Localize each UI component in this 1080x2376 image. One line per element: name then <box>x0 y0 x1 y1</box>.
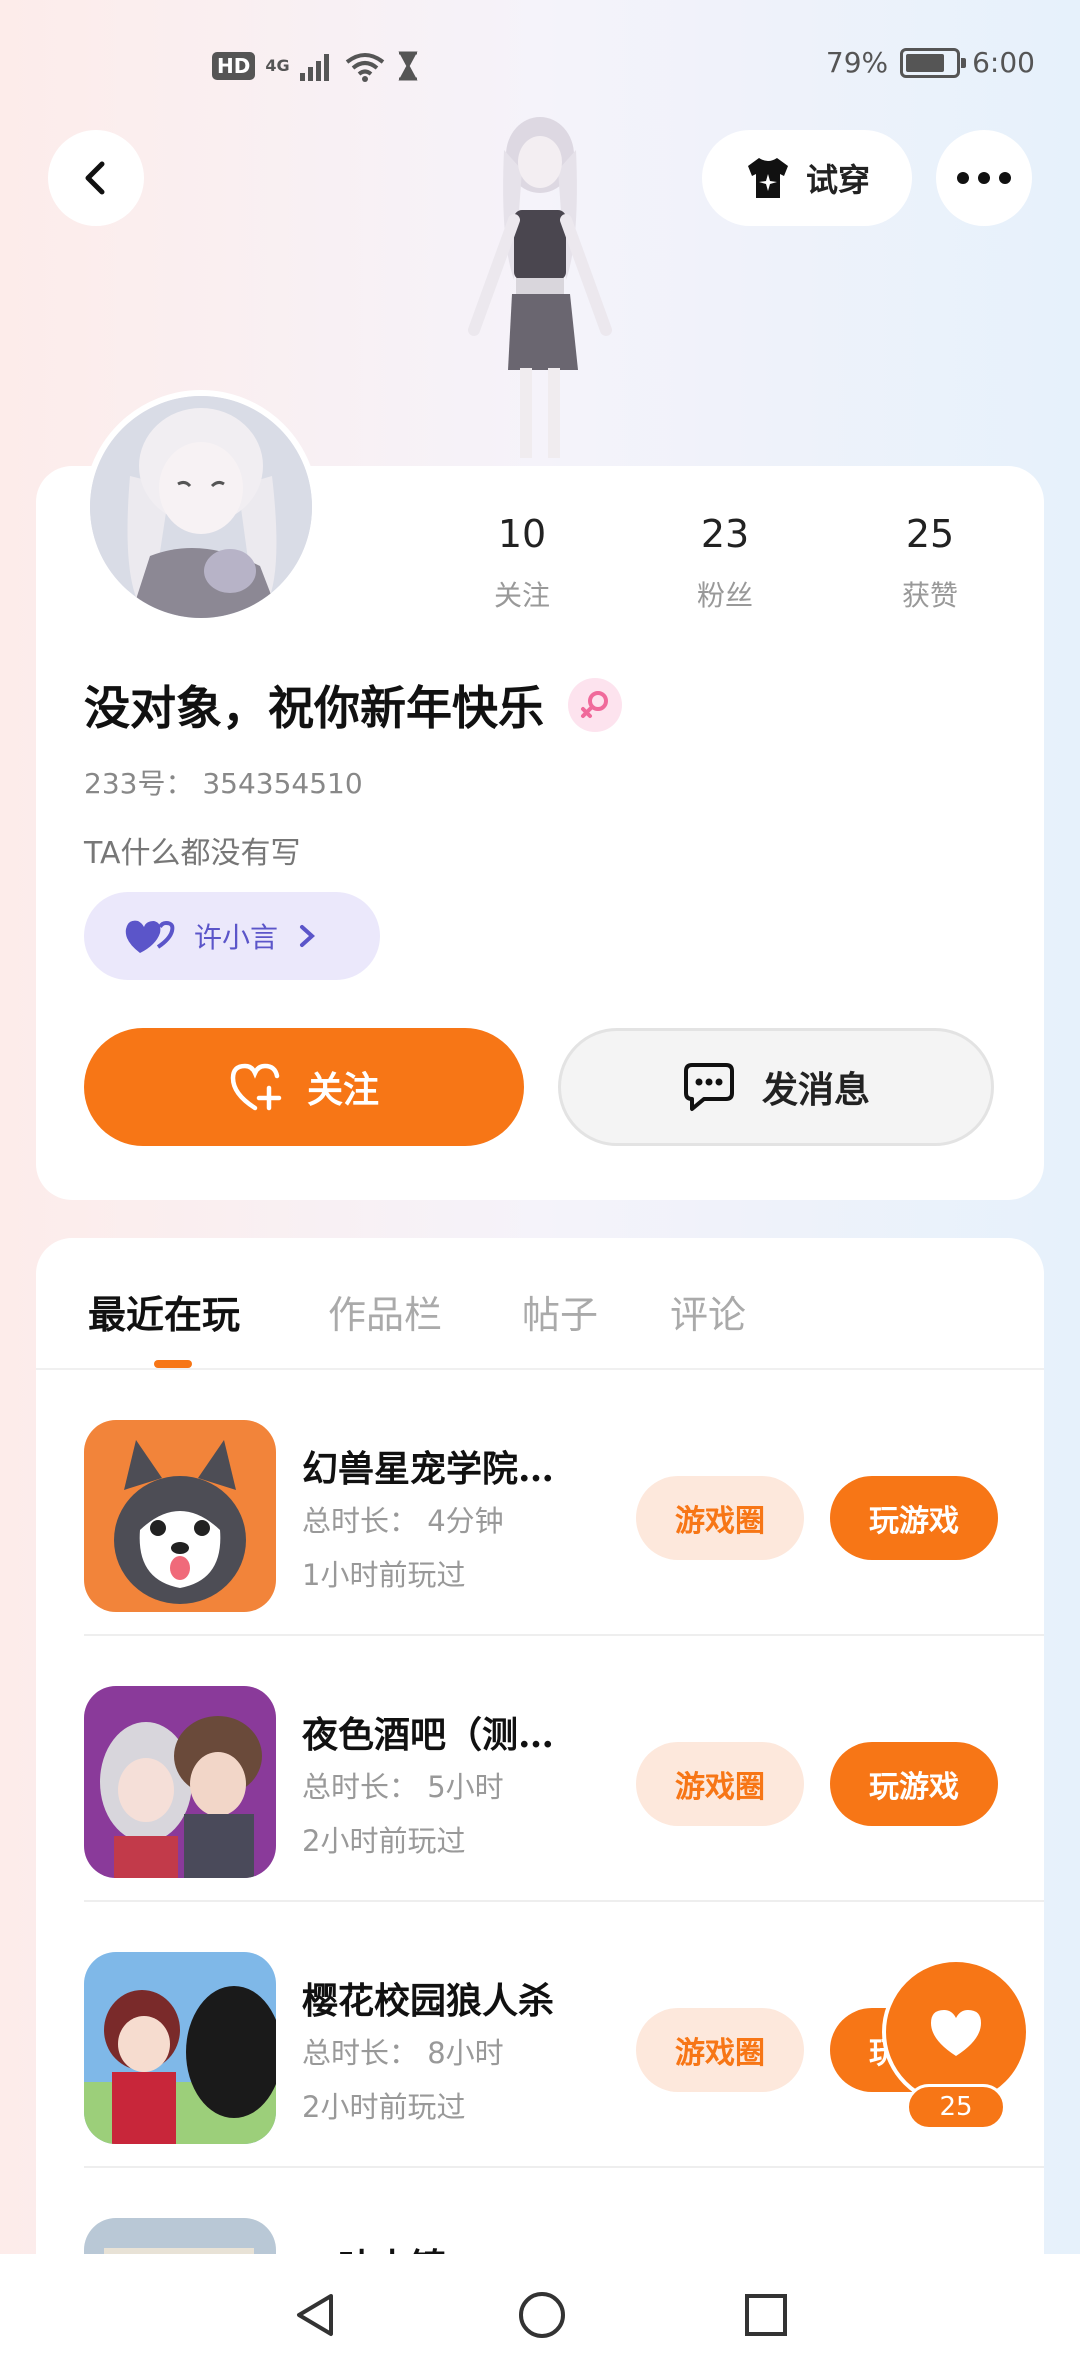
stat-fans[interactable]: 23 粉丝 <box>645 512 805 614</box>
game-last-played: 1小时前玩过 <box>302 1558 466 1592</box>
status-left: HD 4G <box>212 50 420 82</box>
activity-card: 最近在玩 作品栏 帖子 评论 幻兽星宠学院… 总时长： 4分钟 1小时前玩过 游… <box>36 1238 1044 2376</box>
game-name: 幻兽星宠学院… <box>302 1448 555 1490</box>
nav-back-icon[interactable] <box>291 2290 341 2340</box>
tab-indicator <box>154 1360 192 1368</box>
game-icon <box>84 1686 276 1878</box>
tshirt-icon <box>747 158 788 198</box>
tab-bar: 最近在玩 作品栏 帖子 评论 <box>36 1238 1044 1370</box>
message-label: 发消息 <box>761 1070 870 1111</box>
tab-posts[interactable]: 帖子 <box>522 1284 598 1339</box>
stat-fans-count: 23 <box>700 512 750 556</box>
game-name: 樱花校园狼人杀 <box>302 1980 555 2022</box>
avatar-character-figure[interactable] <box>430 110 650 470</box>
chat-bubble-icon <box>683 1063 734 1111</box>
tab-comments[interactable]: 评论 <box>670 1284 746 1339</box>
avatar[interactable] <box>84 390 318 624</box>
hd-badge: HD <box>212 52 256 80</box>
wifi-icon <box>345 53 384 82</box>
heart-icon <box>931 2010 981 2056</box>
clock: 6:00 <box>972 46 1035 79</box>
message-button[interactable]: 发消息 <box>558 1028 994 1146</box>
tab-works[interactable]: 作品栏 <box>328 1284 442 1339</box>
game-last-played: 2小时前玩过 <box>302 1824 466 1858</box>
game-circle-button[interactable]: 游戏圈 <box>636 2008 804 2092</box>
play-game-button[interactable]: 玩游戏 <box>830 1742 998 1826</box>
chevron-left-icon <box>85 161 105 195</box>
game-last-played: 2小时前玩过 <box>302 2090 466 2124</box>
bio: TA什么都没有写 <box>84 836 301 871</box>
follow-button[interactable]: 关注 <box>84 1028 524 1146</box>
stat-following-label: 关注 <box>493 579 550 612</box>
hearts-icon <box>125 920 175 953</box>
nav-home-icon[interactable] <box>517 2290 567 2340</box>
stat-likes-count: 25 <box>905 512 955 556</box>
more-button[interactable] <box>936 130 1032 226</box>
try-on-label: 试穿 <box>805 161 870 199</box>
game-row[interactable]: 幻兽星宠学院… 总时长： 4分钟 1小时前玩过 游戏圈 玩游戏 <box>84 1370 1044 1636</box>
play-game-button[interactable]: 玩游戏 <box>830 1476 998 1560</box>
system-nav-bar <box>0 2254 1080 2376</box>
game-duration: 总时长： 8小时 <box>302 2036 504 2070</box>
like-count-badge: 25 <box>906 2084 1006 2130</box>
user-id: 233号： 354354510 <box>84 767 363 800</box>
hourglass-icon <box>398 51 418 81</box>
stat-fans-label: 粉丝 <box>696 579 753 612</box>
follow-label: 关注 <box>306 1070 379 1111</box>
nav-recents-icon[interactable] <box>743 2292 789 2338</box>
game-duration: 总时长： 5小时 <box>302 1770 504 1804</box>
status-right: 79% 6:00 <box>826 46 1035 79</box>
try-on-button[interactable]: 试穿 <box>702 130 912 226</box>
game-circle-button[interactable]: 游戏圈 <box>636 1476 804 1560</box>
chevron-right-icon <box>300 925 316 947</box>
game-circle-button[interactable]: 游戏圈 <box>636 1742 804 1826</box>
game-duration: 总时长： 4分钟 <box>302 1504 504 1538</box>
game-row[interactable]: 夜色酒吧（测… 总时长： 5小时 2小时前玩过 游戏圈 玩游戏 <box>84 1636 1044 1902</box>
battery-percent: 79% <box>825 46 889 79</box>
username-row: 没对象，祝你新年快乐 <box>84 672 622 738</box>
intimacy-pill[interactable]: 许小言 <box>84 892 380 980</box>
signal-icon <box>299 54 329 81</box>
more-icon <box>957 172 1011 184</box>
heart-plus-icon <box>230 1063 282 1111</box>
stat-likes-label: 获赞 <box>901 579 958 612</box>
avatar-image <box>90 396 312 618</box>
tab-recently-played[interactable]: 最近在玩 <box>88 1284 240 1339</box>
back-button[interactable] <box>48 130 144 226</box>
game-icon <box>84 1952 276 2144</box>
network-type: 4G <box>265 56 290 75</box>
username: 没对象，祝你新年快乐 <box>84 681 544 735</box>
battery-fill <box>906 53 945 72</box>
intimacy-label: 许小言 <box>194 921 279 954</box>
battery-icon <box>900 47 967 78</box>
stat-following[interactable]: 10 关注 <box>442 512 602 614</box>
stat-likes[interactable]: 25 获赞 <box>850 512 1010 614</box>
stat-following-count: 10 <box>497 512 547 556</box>
game-icon <box>84 1420 276 1612</box>
game-name: 夜色酒吧（测… <box>302 1714 555 1756</box>
female-gender-icon <box>568 678 622 732</box>
